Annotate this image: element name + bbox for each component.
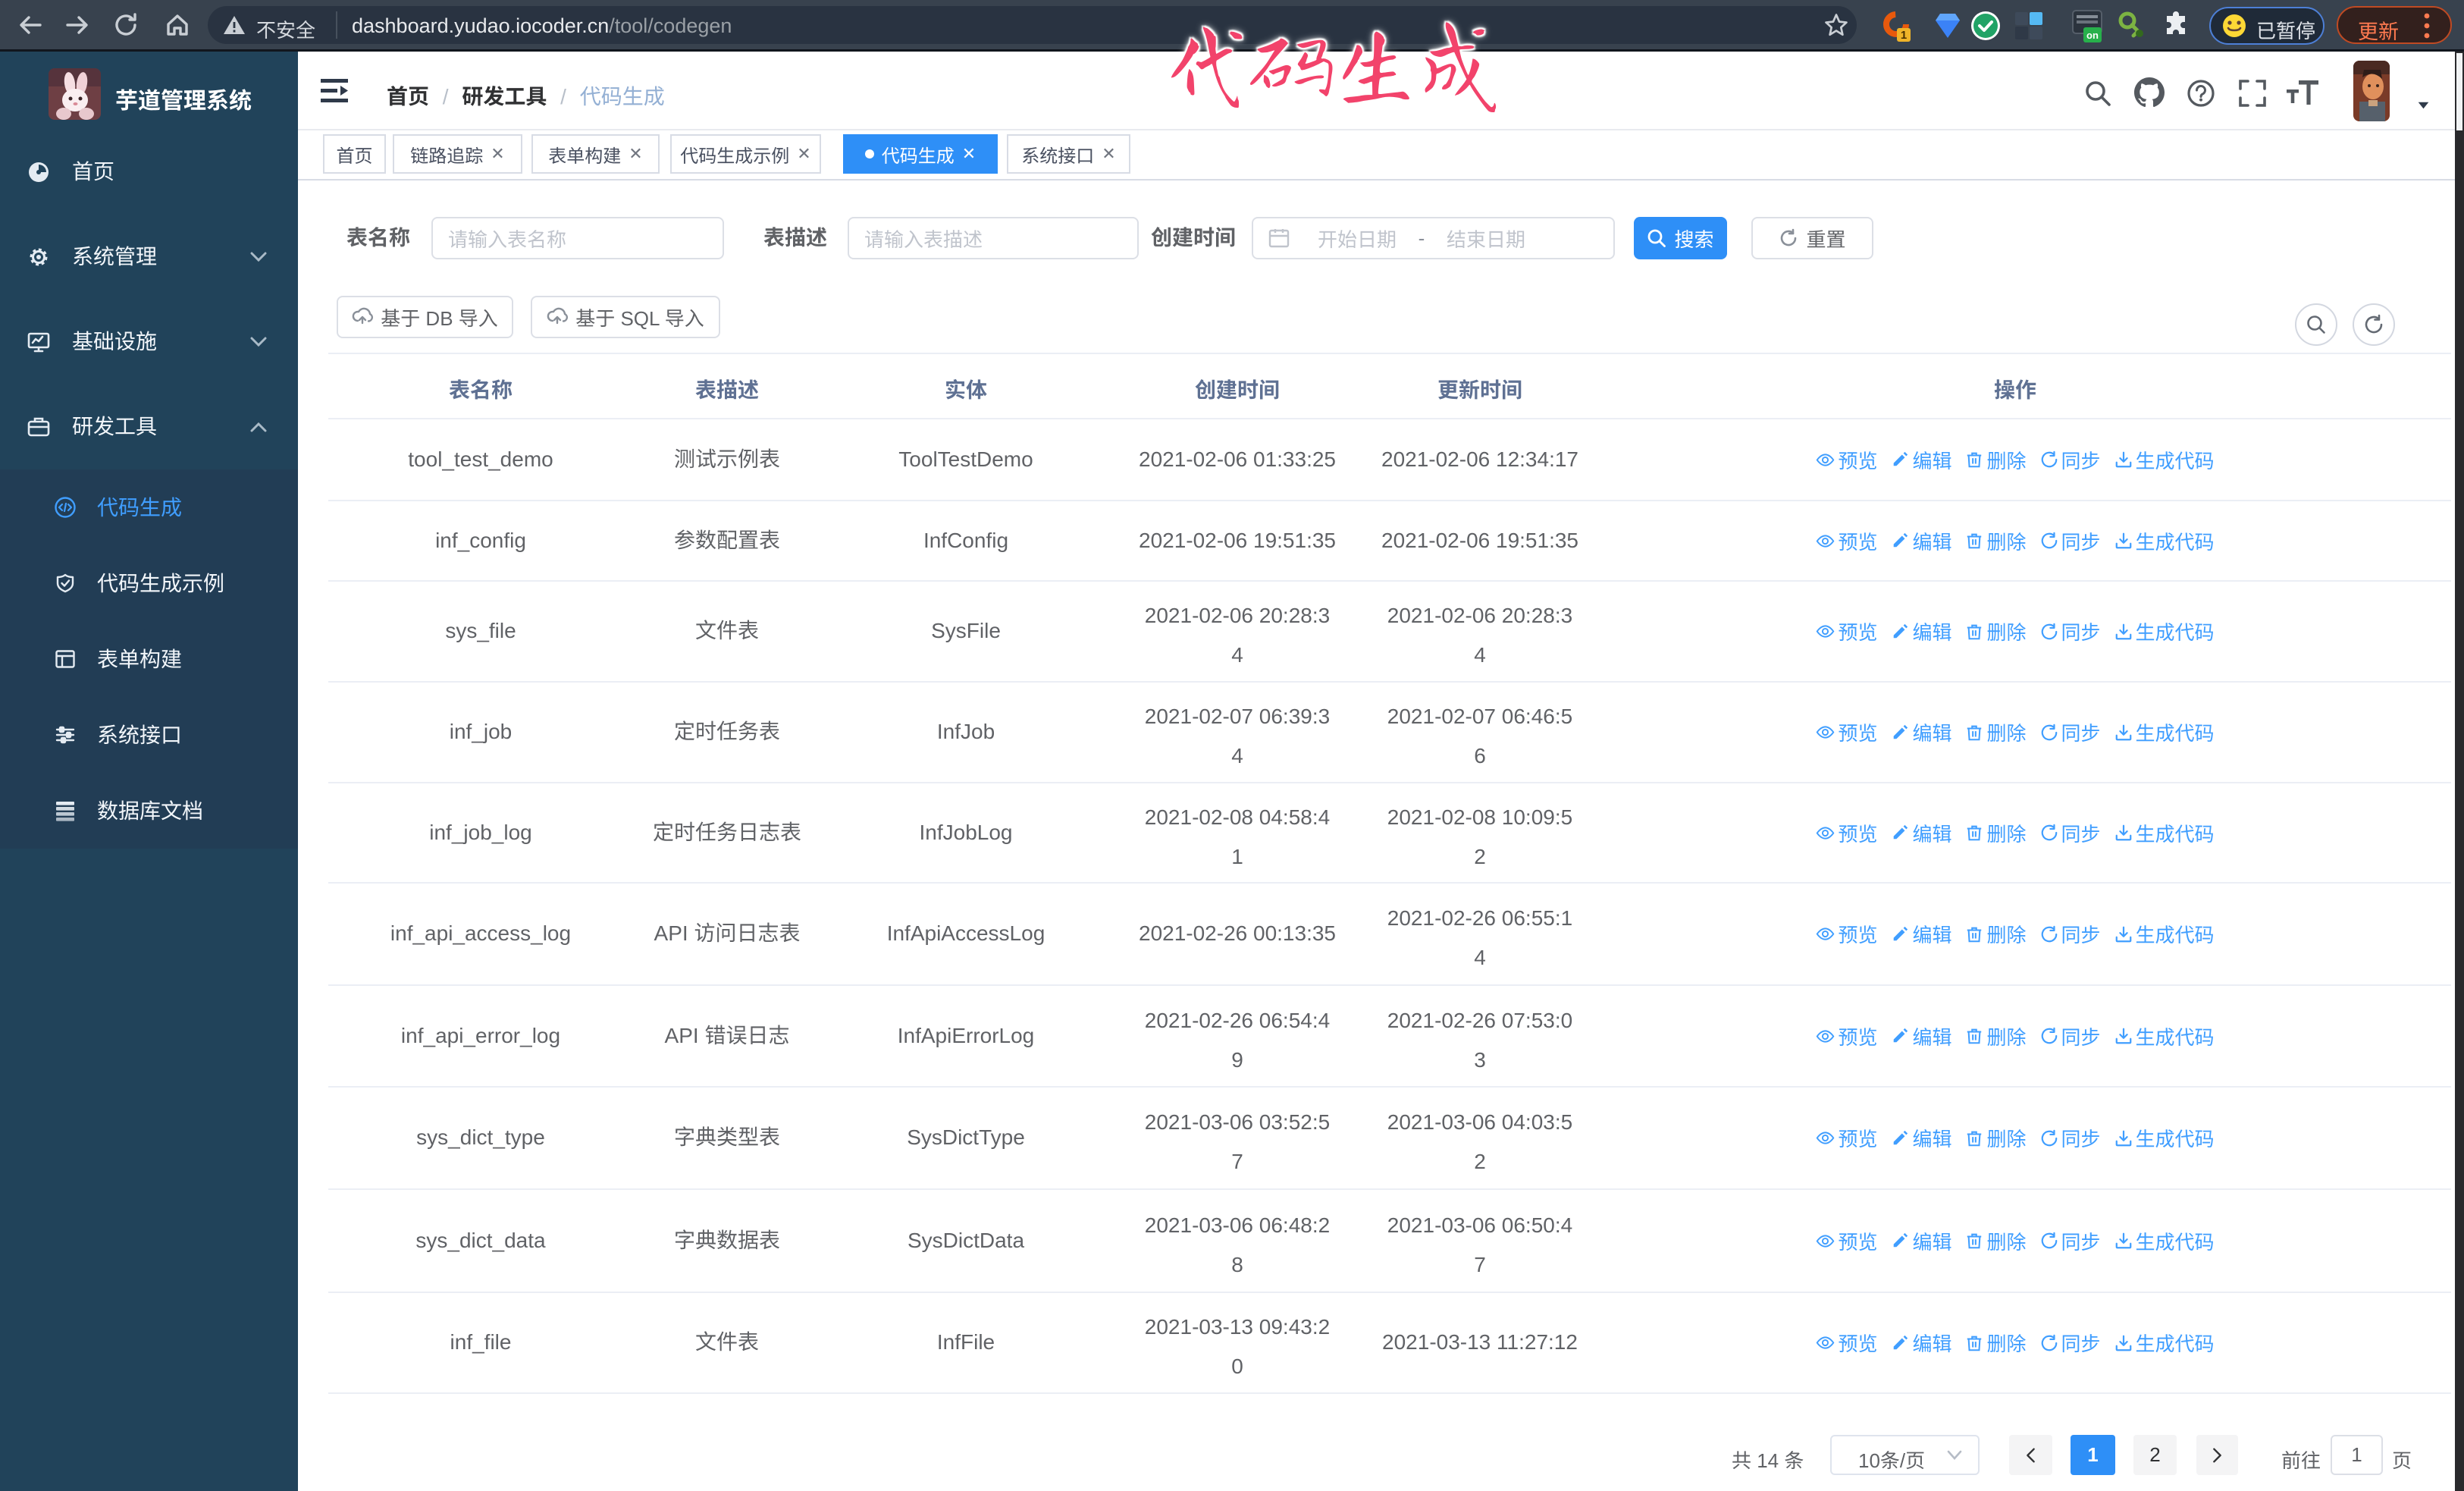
svg-text:on: on bbox=[2086, 30, 2099, 41]
svg-text:1: 1 bbox=[1901, 29, 1907, 42]
